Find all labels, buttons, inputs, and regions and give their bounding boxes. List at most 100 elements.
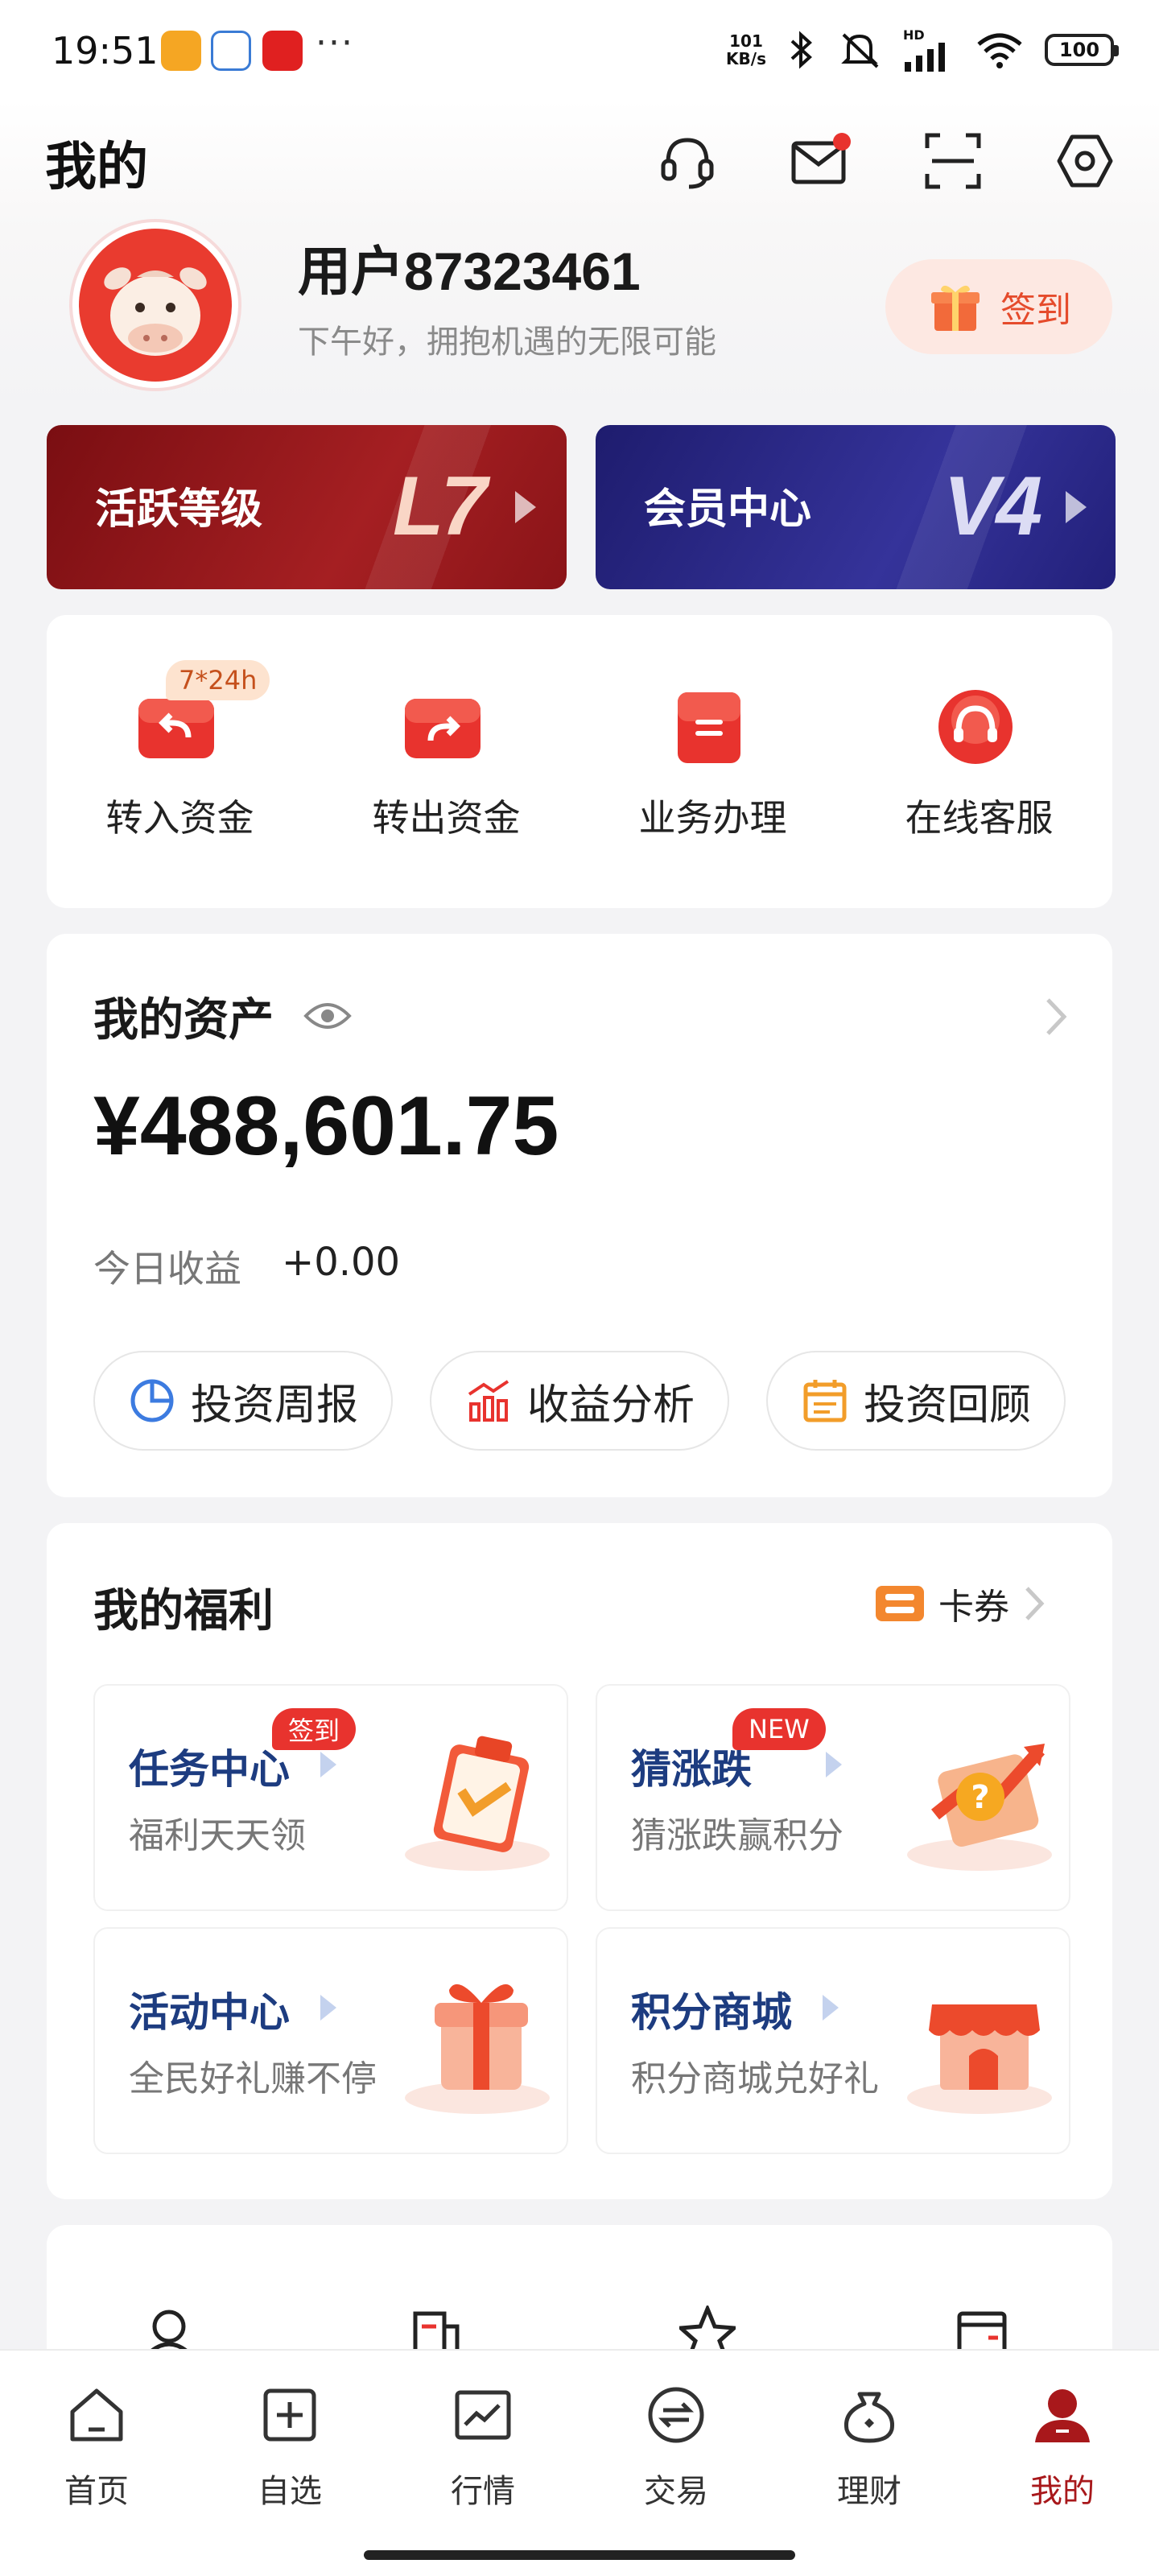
bar-chart-icon xyxy=(468,1380,509,1422)
points-mall-title: 积分商城 xyxy=(631,1989,792,2036)
coupon-icon xyxy=(876,1586,924,1621)
arrow-right-icon xyxy=(320,1995,336,2021)
store-icon xyxy=(907,2004,1052,2114)
star-icon[interactable] xyxy=(679,2306,736,2354)
status-time: 19:51 xyxy=(52,29,159,72)
transfer-out-icon xyxy=(405,699,481,758)
transfer-in-button[interactable]: 7*24h 转入资金 xyxy=(47,615,313,908)
greeting-text: 下午好，拥抱机遇的无限可能 xyxy=(298,324,716,361)
home-indicator[interactable] xyxy=(364,2550,795,2560)
clipboard-check-icon xyxy=(405,1736,550,1871)
nav-trade[interactable]: 交易 xyxy=(580,2383,773,2512)
transfer-out-label: 转出资金 xyxy=(372,796,521,840)
nav-market[interactable]: 行情 xyxy=(386,2383,580,2512)
arrow-right-icon xyxy=(826,1752,842,1777)
question-chart-icon: ? xyxy=(907,1744,1052,1871)
watchlist-icon xyxy=(263,2388,316,2442)
earnings-analysis-button[interactable]: 收益分析 xyxy=(430,1351,729,1451)
transfer-in-badge: 7*24h xyxy=(166,660,270,700)
member-center-card[interactable]: 会员中心 V4 xyxy=(596,425,1116,589)
member-level-value: V4 xyxy=(943,460,1042,553)
nav-profile-label: 我的 xyxy=(1030,2473,1095,2510)
person-icon[interactable] xyxy=(143,2306,195,2354)
market-icon xyxy=(455,2390,511,2440)
assets-title: 我的资产 xyxy=(93,994,274,1046)
calendar-icon xyxy=(803,1380,847,1422)
bluetooth-icon xyxy=(790,30,812,69)
gift-icon xyxy=(931,285,980,331)
new-tag: NEW xyxy=(732,1708,826,1750)
transfer-out-button[interactable]: 转出资金 xyxy=(313,615,580,908)
customer-service-icon xyxy=(938,690,1013,764)
total-assets-amount: ¥488,601.75 xyxy=(93,1080,559,1173)
page-title: 我的 xyxy=(45,138,148,197)
points-mall-subtitle: 积分商城兑好礼 xyxy=(631,2058,879,2099)
app-notification-icon xyxy=(211,31,251,71)
arrow-right-icon xyxy=(1066,491,1087,523)
settings-gear-icon[interactable] xyxy=(1053,129,1117,193)
nav-watchlist[interactable]: 自选 xyxy=(193,2383,386,2512)
cow-mascot-icon xyxy=(104,267,207,356)
trade-icon xyxy=(648,2387,704,2443)
quick-actions-card: 7*24h 转入资金 转出资金 业务办理 在线客服 xyxy=(47,615,1112,908)
nav-home-label: 首页 xyxy=(64,2473,129,2510)
active-level-value: L7 xyxy=(393,460,487,553)
active-level-card[interactable]: 活跃等级 L7 xyxy=(47,425,567,589)
avatar-image xyxy=(79,229,232,382)
task-center-title: 任务中心 xyxy=(129,1746,290,1793)
card-icon[interactable] xyxy=(956,2306,1008,2354)
investment-review-button[interactable]: 投资回顾 xyxy=(766,1351,1066,1451)
coupon-link[interactable]: 卡券 xyxy=(874,1578,1046,1629)
activity-center-card[interactable]: 活动中心 全民好礼赚不停 xyxy=(93,1927,568,2154)
today-earnings-label: 今日收益 xyxy=(93,1247,241,1290)
wifi-icon xyxy=(977,33,1022,68)
today-earnings-value: +0.00 xyxy=(282,1240,401,1285)
points-mall-card[interactable]: 积分商城 积分商城兑好礼 xyxy=(596,1927,1070,2154)
arrow-right-icon xyxy=(515,491,536,523)
bottom-nav: 首页 自选 行情 交易 理财 我的 xyxy=(0,2349,1159,2576)
more-notifications-icon: ··· xyxy=(316,23,354,64)
task-center-card[interactable]: 任务中心 福利天天领 签到 xyxy=(93,1684,568,1911)
pie-chart-icon xyxy=(130,1379,174,1422)
status-bar: 19:51 ··· 101 KB/s HD 100 xyxy=(0,0,1159,100)
nav-wealth[interactable]: 理财 xyxy=(773,2383,966,2512)
nav-wealth-label: 理财 xyxy=(837,2473,901,2510)
investment-weekly-button[interactable]: 投资周报 xyxy=(93,1351,393,1451)
mute-icon xyxy=(841,33,879,68)
online-service-button[interactable]: 在线客服 xyxy=(846,615,1112,908)
sign-in-button[interactable]: 签到 xyxy=(885,259,1112,354)
home-icon xyxy=(70,2388,123,2442)
arrow-right-icon xyxy=(320,1752,336,1777)
coupon-label: 卡券 xyxy=(938,1587,1009,1628)
investment-review-label: 投资回顾 xyxy=(863,1381,1031,1430)
online-service-label: 在线客服 xyxy=(905,796,1054,840)
activity-center-title: 活动中心 xyxy=(129,1989,290,2036)
nav-profile[interactable]: 我的 xyxy=(966,2383,1159,2512)
member-center-label: 会员中心 xyxy=(644,485,812,534)
message-mail-icon[interactable] xyxy=(789,129,853,193)
sign-in-label: 签到 xyxy=(1000,290,1071,331)
gift-box-icon xyxy=(405,1984,550,2114)
nav-home[interactable]: 首页 xyxy=(0,2383,193,2512)
guess-rise-fall-card[interactable]: 猜涨跌 猜涨跌赢积分 NEW ? xyxy=(596,1684,1070,1911)
chevron-right-icon[interactable] xyxy=(1043,995,1069,1038)
status-right: 101 KB/s HD 100 xyxy=(726,27,1119,72)
customer-service-headset-icon[interactable] xyxy=(655,129,720,193)
earnings-analysis-label: 收益分析 xyxy=(526,1381,695,1430)
business-handling-label: 业务办理 xyxy=(638,796,787,840)
net-speed: 101 KB/s xyxy=(726,31,766,68)
eye-visibility-icon[interactable] xyxy=(303,998,353,1034)
activity-center-subtitle: 全民好礼赚不停 xyxy=(129,2058,377,2099)
svg-text:?: ? xyxy=(971,1779,989,1816)
header xyxy=(0,100,1159,229)
username: 用户87323461 xyxy=(298,242,641,301)
nav-market-label: 行情 xyxy=(451,2473,515,2510)
active-level-label: 活跃等级 xyxy=(95,485,263,534)
business-handling-button[interactable]: 业务办理 xyxy=(580,615,846,908)
document-icon[interactable] xyxy=(410,2306,462,2354)
task-center-subtitle: 福利天天领 xyxy=(129,1815,306,1856)
battery-icon: 100 xyxy=(1045,33,1119,66)
transfer-in-label: 转入资金 xyxy=(105,796,254,840)
nav-trade-label: 交易 xyxy=(644,2473,708,2510)
scan-icon[interactable] xyxy=(921,129,985,193)
